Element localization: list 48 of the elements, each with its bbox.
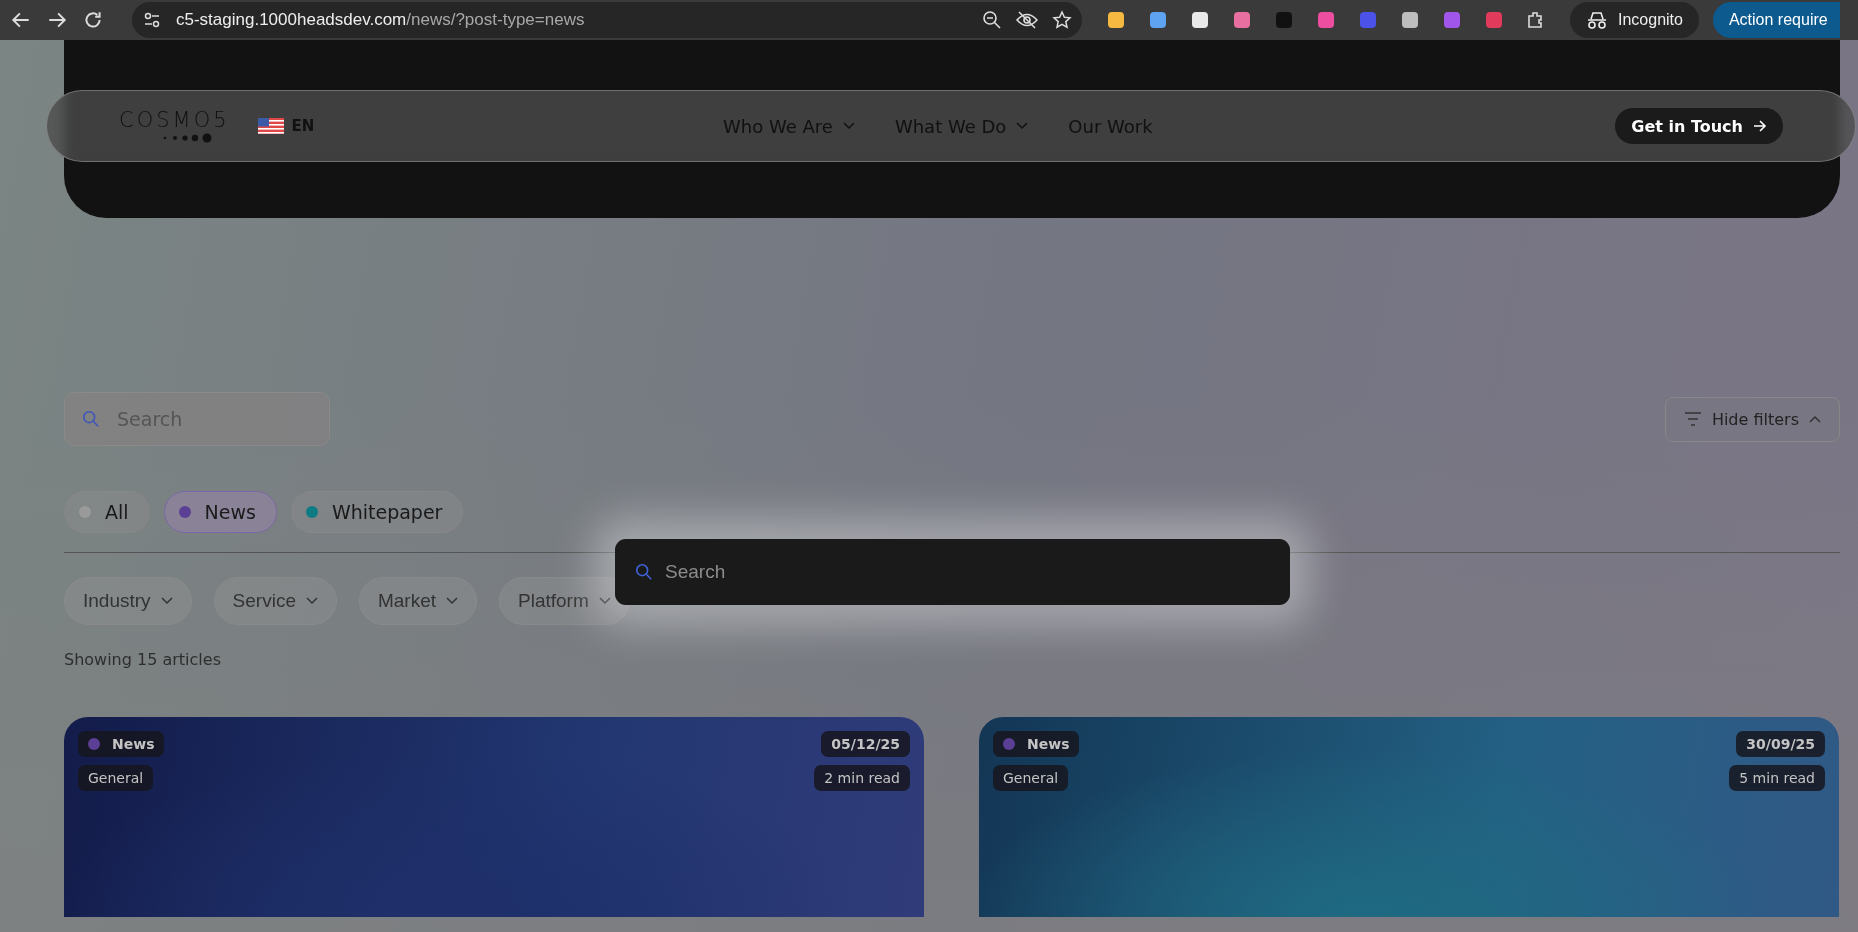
read-time-tag: 5 min read (1729, 765, 1825, 791)
filter-icon (1683, 412, 1702, 426)
extension-icon[interactable] (1232, 10, 1252, 30)
flag-icon (257, 118, 284, 134)
chevron-down-icon (446, 597, 459, 605)
chevron-up-icon (1809, 415, 1821, 423)
reload-icon[interactable] (82, 9, 104, 31)
chevron-down-icon (160, 597, 173, 605)
arrow-right-icon (1753, 120, 1767, 132)
extension-icon[interactable] (1190, 10, 1210, 30)
chevron-down-icon (1016, 122, 1029, 130)
date-tag: 05/12/25 (821, 731, 910, 757)
incognito-icon (1586, 10, 1608, 30)
type-tag: News (78, 731, 165, 757)
article-card[interactable]: News General 30/09/25 5 min read (979, 717, 1839, 917)
category-tag: General (78, 765, 154, 791)
filter-chip[interactable]: News (163, 491, 277, 533)
extension-icon[interactable] (1400, 10, 1420, 30)
search-icon (635, 563, 653, 581)
chevron-down-icon (598, 597, 611, 605)
date-tag: 30/09/25 (1736, 731, 1825, 757)
filter-dropdown[interactable]: Service (213, 577, 337, 625)
type-tag: News (993, 731, 1080, 757)
eye-slash-icon[interactable] (1016, 10, 1038, 30)
category-tag: General (993, 765, 1069, 791)
address-bar[interactable]: c5-staging.1000headsdev.com/news/?post-type=news (132, 2, 1082, 38)
incognito-badge[interactable]: Incognito (1570, 2, 1699, 38)
chevron-down-icon (842, 122, 855, 130)
url-text: c5-staging.1000headsdev.com/news/?post-type=news (176, 10, 586, 30)
search-dialog-field[interactable]: Search (615, 539, 1290, 605)
filter-chip[interactable]: All (64, 491, 150, 533)
filter-dropdown[interactable]: Market (358, 577, 478, 625)
star-icon[interactable] (1052, 10, 1072, 30)
zoom-icon[interactable] (982, 10, 1002, 30)
chevron-down-icon (305, 597, 318, 605)
site-settings-icon[interactable] (142, 10, 162, 30)
extension-icon[interactable] (1148, 10, 1168, 30)
filter-chip[interactable]: Whitepaper (290, 491, 464, 533)
hide-filters-button[interactable]: Hide filters (1664, 396, 1840, 442)
get-in-touch-button[interactable]: Get in Touch (1615, 108, 1783, 144)
action-required-button[interactable]: Action require (1712, 2, 1840, 38)
read-time-tag: 2 min read (814, 765, 910, 791)
extension-icon[interactable] (1106, 10, 1126, 30)
search-icon (82, 410, 100, 428)
article-card[interactable]: News General 05/12/25 2 min read (64, 717, 924, 917)
filter-dropdown[interactable]: Platform (499, 577, 630, 625)
filter-dropdown[interactable]: Industry (64, 577, 192, 625)
results-count: Showing 15 articles (64, 650, 222, 669)
